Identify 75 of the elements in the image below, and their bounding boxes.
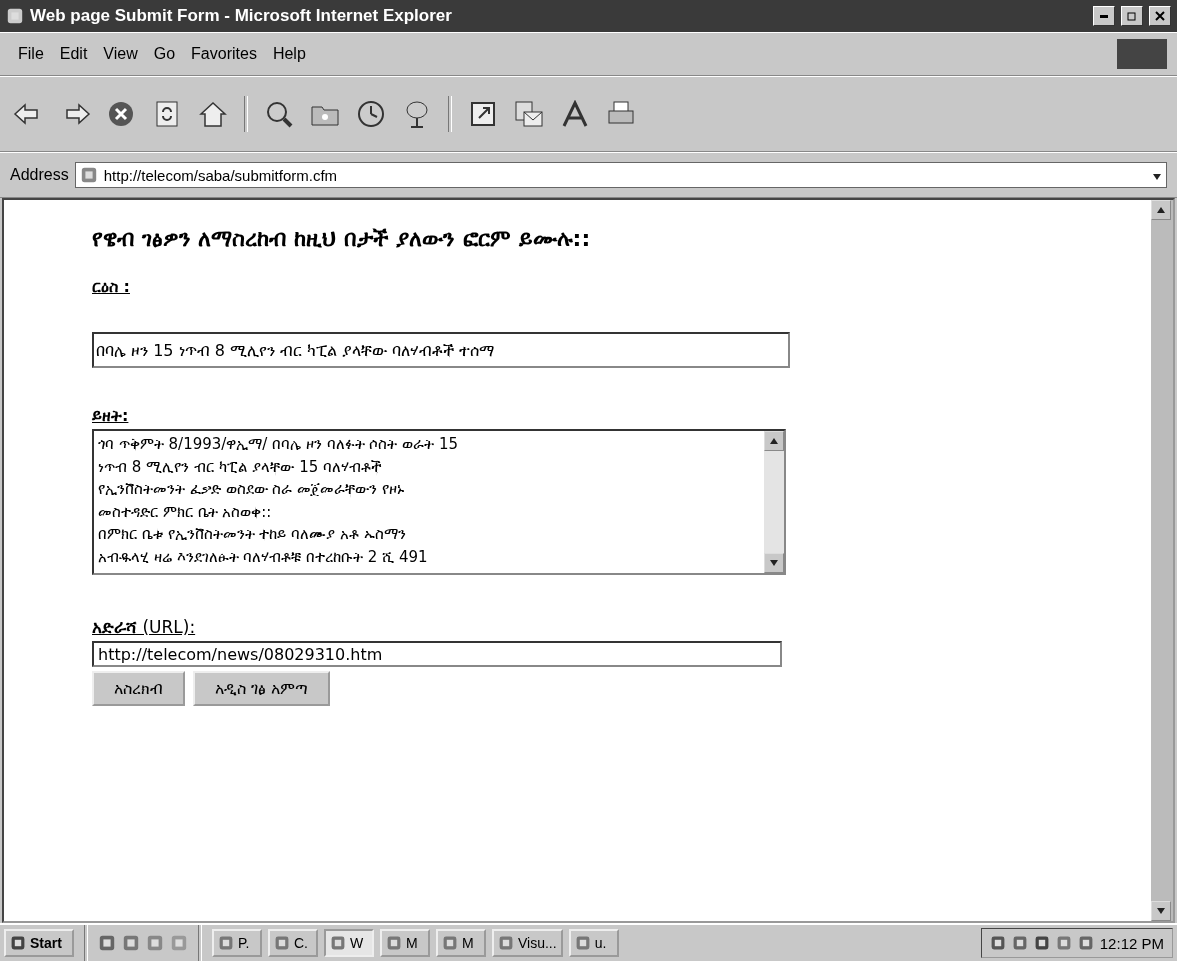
content-text-area[interactable] [92, 429, 786, 575]
app-icon [574, 935, 591, 951]
start-button[interactable]: Start [4, 929, 74, 957]
app-icon [442, 935, 458, 951]
form-button[interactable]: አዲስ ገፅ አምጣ [193, 671, 331, 706]
clock: 12:12 PM [1099, 934, 1164, 952]
clock-icon [356, 99, 386, 129]
taskbar-button[interactable]: Visu... [492, 929, 563, 957]
scroll-up-button[interactable] [1151, 200, 1171, 220]
app-icon [218, 935, 234, 951]
quick-launch-icon [146, 934, 164, 952]
menu-item[interactable]: Favorites [183, 43, 265, 65]
close-icon [1155, 11, 1165, 21]
restore-icon [1127, 11, 1137, 21]
text-line: በምክር ቤቱ የኢንቨስትመንት ተከይ ባለሙያ አቶ ኡስማን [98, 524, 407, 545]
stop-icon [107, 100, 135, 128]
window-app-icon [6, 7, 24, 25]
refresh-icon [154, 100, 180, 128]
url-label: አድራሻ (URL): [92, 617, 196, 637]
scroll-down-button[interactable] [764, 553, 784, 573]
page-heading: የዌብ ገፅዎን ለማስረከብ ከዚህ በታች ያለውን ፎርም ይሙሉ:: [92, 226, 591, 251]
scroll-up-arrow-icon [769, 437, 779, 445]
menu-item[interactable]: Edit [51, 43, 96, 65]
scroll-down-arrow-icon [769, 559, 779, 567]
app-icon [498, 935, 514, 951]
title-field[interactable]: በባሌ ዞን 15 ነጥብ 8 ሚሊየን ብር ካፒል ያላቸው ባለሃብቶች ተሰማ [92, 332, 790, 368]
taskbar-button[interactable]: M [436, 929, 486, 957]
window-icon [469, 100, 497, 128]
taskbar-button[interactable]: C. [268, 929, 318, 957]
search-icon [264, 99, 294, 129]
font-size-icon [561, 100, 589, 128]
tray-icon [1055, 935, 1072, 951]
quick-launch-icon [98, 934, 116, 952]
url-field[interactable]: http://telecom/news/08029310.htm [92, 641, 782, 667]
windows-logo [1117, 39, 1167, 69]
menu-item[interactable]: Go [145, 43, 184, 65]
title-label: ርዕስ : [92, 277, 130, 296]
address-field[interactable]: http://telecom/saba/submitform.cfm [74, 162, 1167, 188]
restore-button[interactable] [1121, 6, 1143, 26]
page-icon [79, 166, 98, 184]
form-button[interactable]: አስረክብ [92, 671, 185, 706]
minimize-button[interactable] [1093, 6, 1115, 26]
scroll-down-button[interactable] [1151, 901, 1171, 921]
quick-launch-icon [122, 934, 140, 952]
tray-icon [1077, 935, 1094, 951]
app-icon [330, 935, 346, 951]
text-line: የኢንቨስትመንት ፈቃድ ወስደው ስራ መጀመራቸውን የዞኑ [98, 479, 405, 500]
taskbar-button[interactable]: M [380, 929, 430, 957]
tray-icon [989, 935, 1006, 951]
text-line: ነጥብ 8 ሚሊየን ብር ካፒል ያላቸው 15 ባለሃብቶች [98, 456, 383, 478]
close-button[interactable] [1149, 6, 1171, 26]
scroll-up-arrow-icon [1156, 206, 1166, 214]
mail-icon [514, 100, 544, 128]
taskbar-button[interactable]: W [324, 929, 374, 957]
window-title: Web page Submit Form - Microsoft Internet Explorer [30, 6, 453, 26]
address-label: Address [10, 166, 69, 184]
text-line: አብዱላሂ ዛሬ እንደገለፁት ባለሃብቶቹ በተረከቡት 2 ሺ 491 [98, 546, 429, 568]
content-label: ይዘት: [92, 406, 129, 425]
scroll-down-arrow-icon [1156, 907, 1166, 915]
tray-icon [1011, 935, 1028, 951]
dropdown-caret-icon [1152, 172, 1162, 181]
taskbar-button[interactable]: P. [212, 929, 262, 957]
text-line: ጎባ ጥቅምት 8/1993/ዋኢማ/ በባሌ ዞን ባለፉት ሶስት ወራት 15 [98, 434, 460, 455]
tray-icon [1033, 935, 1050, 951]
taskbar-button[interactable]: u. [568, 929, 619, 957]
app-icon [386, 935, 402, 951]
app-icon [274, 935, 290, 951]
quick-launch-icon [170, 934, 188, 952]
scroll-up-button[interactable] [764, 431, 784, 451]
text-line: መስተዳድር ምክር ቤት አስወቀ:: [98, 501, 273, 523]
home-icon [198, 100, 228, 128]
menu-item[interactable]: View [95, 43, 146, 65]
minimize-icon [1100, 14, 1108, 18]
menu-item[interactable]: Help [264, 43, 314, 65]
menu-item[interactable]: File [10, 43, 52, 65]
